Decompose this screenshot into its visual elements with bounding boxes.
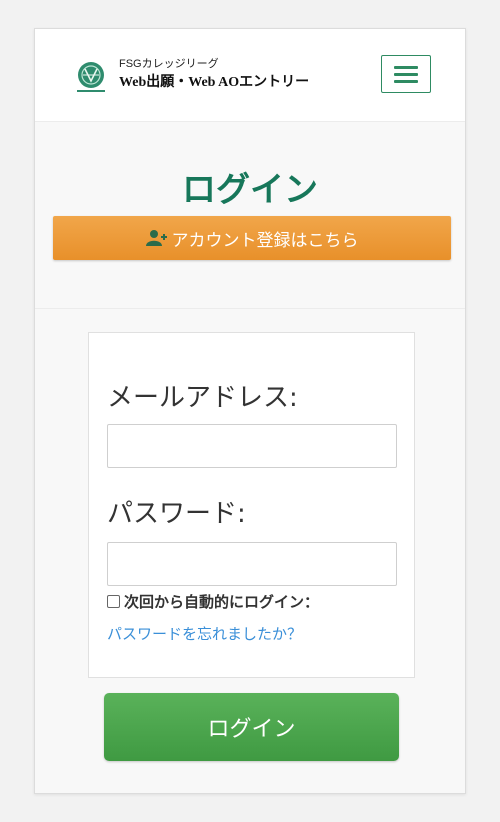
remember-me-checkbox[interactable] <box>107 595 120 608</box>
logo-title: Web出願・Web AOエントリー <box>119 75 310 90</box>
page-title: ログイン <box>182 170 318 210</box>
logo-subtitle: FSGカレッジリーグ <box>119 58 219 70</box>
hamburger-icon-bar <box>394 73 418 76</box>
email-field[interactable] <box>107 424 397 468</box>
hamburger-icon-bar <box>394 80 418 83</box>
login-form-panel: メールアドレス: パスワード: 次回から自動的にログイン： パスワードを忘れまし… <box>88 332 415 678</box>
page-frame: FSGカレッジリーグ Web出願・Web AOエントリー ログイン アカウント登… <box>34 28 466 794</box>
fsg-emblem-logo[interactable] <box>73 59 109 95</box>
hamburger-menu-button[interactable] <box>381 55 431 93</box>
login-button[interactable]: ログイン <box>104 693 399 761</box>
password-label: パスワード: <box>107 499 246 529</box>
register-button-label: アカウント登録はこちら <box>171 230 359 251</box>
site-header: FSGカレッジリーグ Web出願・Web AOエントリー <box>35 29 465 122</box>
login-hero: ログイン アカウント登録はこちら <box>35 122 465 309</box>
account-register-button[interactable]: アカウント登録はこちら <box>53 216 451 260</box>
password-field[interactable] <box>107 542 397 586</box>
email-label: メールアドレス: <box>107 383 298 413</box>
remember-me[interactable]: 次回から自動的にログイン： <box>107 591 319 612</box>
add-user-icon <box>145 230 167 246</box>
hamburger-icon <box>394 66 418 69</box>
forgot-password-link[interactable]: パスワードを忘れましたか？ <box>107 623 302 644</box>
remember-me-label: 次回から自動的にログイン： <box>124 593 320 611</box>
